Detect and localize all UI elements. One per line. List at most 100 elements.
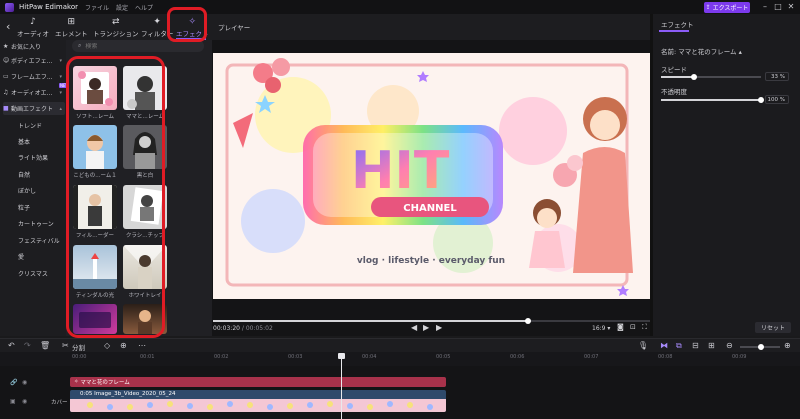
playback-scrubber-knob[interactable] (525, 318, 531, 324)
more-icon[interactable]: ⋯ (138, 341, 146, 350)
effect-thumb-white-ray[interactable] (123, 245, 167, 289)
tool-transition[interactable]: ⇄ トランジション (93, 16, 139, 38)
microphone-icon[interactable]: 🎙 (638, 341, 648, 350)
subcategory-particle[interactable]: 粒子 (18, 203, 30, 212)
aspect-ratio-select[interactable]: 16:9 ▾ (592, 325, 610, 332)
subcategory-cartoon[interactable]: カートゥーン (18, 219, 54, 228)
cover-label[interactable]: カバー (51, 398, 68, 406)
menu-help[interactable]: ヘルプ (135, 3, 153, 12)
sidebar-item-favorites[interactable]: ★ お気に入り (3, 40, 65, 53)
aspect-ratio-value: 16:9 (592, 325, 606, 332)
redo-icon[interactable]: ↷ (24, 341, 31, 350)
back-chevron-icon[interactable]: ‹ (6, 20, 10, 33)
effect-thumb-classic-chip[interactable] (123, 185, 167, 229)
fit-icon[interactable]: ⊞ (708, 341, 715, 350)
tool-filter-label: フィルター (141, 30, 174, 38)
subcategory-blur[interactable]: ぼかし (18, 186, 36, 195)
subcategory-trend[interactable]: トレンド (18, 121, 42, 130)
speed-slider[interactable] (661, 74, 761, 80)
effect-thumb-tyndall-light[interactable] (73, 245, 117, 289)
reset-button[interactable]: リセット (755, 322, 791, 333)
subcategory-basic[interactable]: 基本 (18, 137, 30, 146)
fullscreen-icon[interactable]: ⛶ (642, 323, 647, 332)
close-icon[interactable]: ✕ (786, 2, 796, 12)
tool-audio[interactable]: ♪ オーディオ (17, 16, 49, 38)
subcategory-christmas[interactable]: クリスマス (18, 269, 48, 278)
video-clip[interactable]: 0:05 Image_3b_Video_2020_05_24 (70, 390, 446, 412)
subcategory-nature[interactable]: 自然 (18, 170, 30, 179)
menu-file[interactable]: ファイル (85, 3, 109, 12)
next-frame-icon[interactable]: ▶ (436, 323, 442, 332)
search-box[interactable]: ⌕ (72, 40, 204, 52)
zoom-in-icon[interactable]: ⊕ (784, 341, 791, 350)
subcategory-festival[interactable]: フェスティバル (18, 236, 60, 245)
tool-elements[interactable]: ⊞ エレメント (55, 16, 88, 38)
portrait-image (133, 132, 157, 169)
effect-thumb-soft-frame[interactable] (73, 66, 117, 110)
split-label[interactable]: 分割 (72, 342, 85, 352)
ruler-tick-label: 00:00 (72, 354, 87, 360)
magnet-snap-icon[interactable]: ⧓ (660, 341, 668, 350)
video-preview-canvas[interactable]: HIT CHANNEL vlog · lifestyle · everyday … (213, 53, 650, 299)
track-mute-icon[interactable]: ▣ (10, 398, 16, 405)
sidebar-item-body-effect[interactable]: ☺ ボディエフェ... ▾ (3, 54, 65, 67)
opacity-slider-knob[interactable] (758, 97, 764, 103)
opacity-slider[interactable] (661, 97, 764, 103)
timeline-playhead[interactable] (341, 353, 342, 419)
subcategory-love[interactable]: 愛 (18, 252, 24, 261)
preview-hit-title: HIT (351, 141, 450, 201)
effect-thumb-black-friday[interactable] (73, 304, 117, 334)
time-readout: 00:03:20 / 00:05:02 (213, 325, 273, 332)
zoom-slider[interactable] (740, 344, 780, 350)
sidebar-item-video-effect[interactable]: ■ 動画エフェクト ▴ (3, 102, 65, 115)
effect-thumb-black-white[interactable] (123, 125, 167, 169)
properties-tab-effects[interactable]: エフェクト (661, 19, 694, 29)
elements-icon: ⊞ (67, 17, 76, 27)
effect-thumb-label: こどもの...ーム１ (73, 173, 117, 179)
link-icon[interactable]: ⧉ (676, 341, 682, 351)
track-visibility-icon[interactable]: ◉ (22, 398, 27, 405)
export-button[interactable]: ⇪ エクスポート (704, 2, 750, 13)
add-icon[interactable]: ⊕ (120, 341, 127, 350)
speed-value-input[interactable]: 33 % (765, 72, 789, 81)
speed-slider-knob[interactable] (691, 74, 697, 80)
sidebar-item-frame-effect[interactable]: ▭ フレームエフ... ▾ (3, 70, 65, 83)
delete-icon[interactable]: 🗑 (40, 341, 50, 350)
split-scissors-icon[interactable]: ✂ (62, 341, 69, 350)
effect-thumb-kids-frame[interactable] (73, 125, 117, 169)
properties-panel: エフェクト 名前: ママと花のフレーム ▴ スピード 33 % 不透明度 100… (650, 14, 800, 336)
ruler-tick-label: 00:04 (362, 354, 377, 360)
tool-filter[interactable]: ✦ フィルター (141, 16, 173, 38)
sidebar-item-audio-effect[interactable]: ♫ オーディオエ... NEW ▾ (3, 83, 71, 99)
effect-thumb-golden[interactable] (123, 304, 167, 334)
portrait-image (78, 71, 113, 106)
play-icon[interactable]: ▶ (423, 323, 429, 332)
timeline-ruler[interactable]: 00:00 00:01 00:02 00:03 00:04 00:05 00:0… (0, 352, 800, 366)
app-logo-icon (5, 2, 14, 12)
playback-progress-bar[interactable] (213, 318, 650, 324)
track-visibility-icon[interactable]: ◉ (22, 379, 27, 386)
minimize-icon[interactable]: – (760, 2, 770, 12)
effect-thumb-mama-frame[interactable] (123, 66, 167, 110)
marker-icon[interactable]: ◇ (104, 341, 110, 350)
undo-icon[interactable]: ↶ (8, 341, 15, 350)
search-input[interactable] (85, 42, 186, 50)
menu-settings[interactable]: 設定 (116, 3, 128, 12)
zoom-slider-knob[interactable] (758, 344, 764, 350)
zoom-out-icon[interactable]: ⊖ (726, 341, 733, 350)
track-icon[interactable]: ⊟ (692, 341, 699, 350)
preview-tagline: vlog · lifestyle · everyday fun (357, 256, 505, 266)
effect-thumb-film-border[interactable] (73, 185, 117, 229)
tool-transition-label: トランジション (93, 30, 139, 38)
snapshot-icon[interactable]: ◙ (617, 323, 624, 331)
effect-clip[interactable]: ✧ ママと花のフレーム (70, 377, 446, 387)
previous-frame-icon[interactable]: ◀ (411, 323, 417, 332)
crop-icon[interactable]: ⊡ (630, 323, 636, 331)
track-lock-icon[interactable]: 🔗 (10, 379, 17, 386)
tool-effects[interactable]: ✧ エフェクト (176, 16, 209, 38)
subcategory-light[interactable]: ライト効果 (18, 153, 48, 162)
opacity-value-input[interactable]: 100 % (765, 95, 789, 104)
playhead-handle[interactable] (338, 353, 345, 359)
opacity-slider-fill (661, 99, 761, 101)
maximize-icon[interactable]: □ (773, 2, 783, 12)
